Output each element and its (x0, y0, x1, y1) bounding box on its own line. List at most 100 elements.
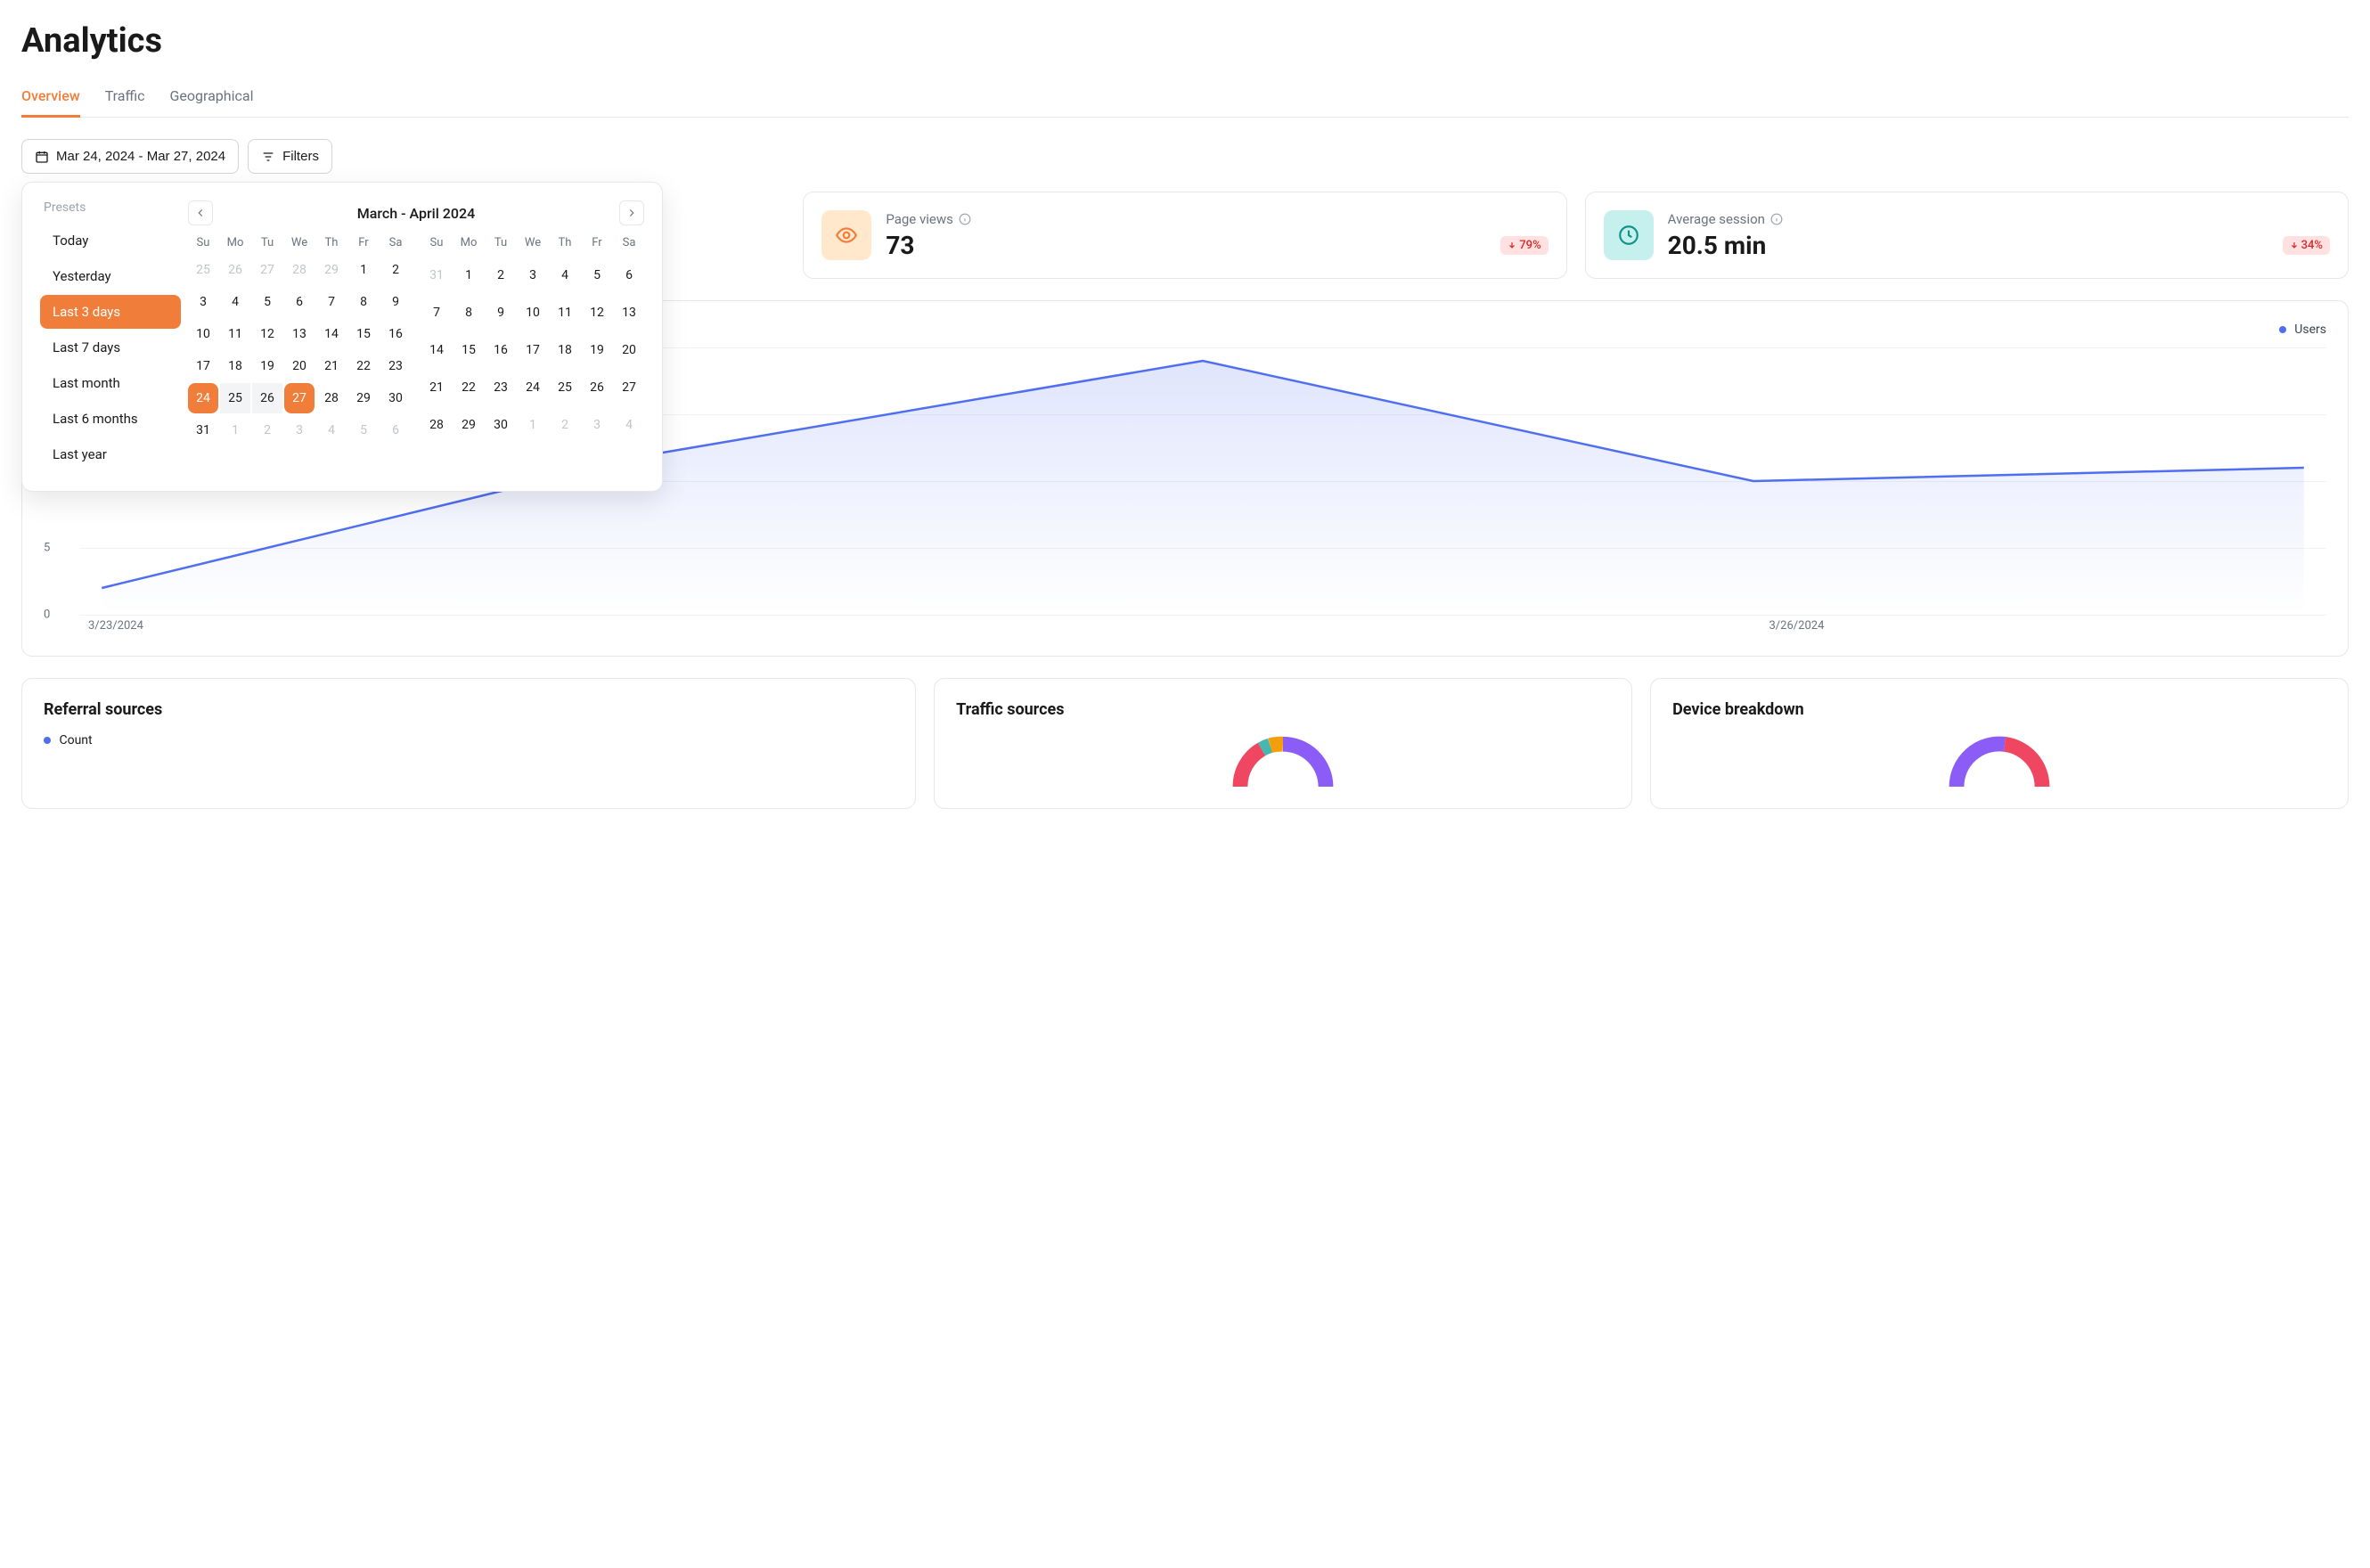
calendar-day[interactable]: 13 (614, 298, 644, 328)
calendar-day[interactable]: 16 (486, 335, 516, 365)
calendar-day[interactable]: 24 (188, 383, 218, 413)
filters-button[interactable]: Filters (248, 139, 332, 174)
calendar-day[interactable]: 18 (550, 335, 580, 365)
info-icon[interactable] (959, 213, 971, 225)
calendar-day[interactable]: 5 (582, 260, 612, 290)
calendar-day[interactable]: 22 (348, 351, 379, 381)
calendar-day[interactable]: 26 (220, 255, 250, 285)
calendar-day[interactable]: 4 (316, 415, 347, 445)
tab-geographical[interactable]: Geographical (170, 78, 254, 117)
stat-delta-page-views: 79% (1500, 236, 1548, 255)
calendar-day[interactable]: 1 (454, 260, 484, 290)
calendar-day[interactable]: 24 (518, 372, 548, 403)
calendar-day[interactable]: 19 (252, 351, 282, 381)
calendar-day[interactable]: 20 (284, 351, 315, 381)
preset-last-3-days[interactable]: Last 3 days (40, 295, 181, 329)
calendar-day[interactable]: 19 (582, 335, 612, 365)
calendar-day[interactable]: 8 (454, 298, 484, 328)
calendar-day[interactable]: 28 (284, 255, 315, 285)
calendar-day[interactable]: 23 (486, 372, 516, 403)
calendar-day[interactable]: 27 (284, 383, 315, 413)
calendar-day[interactable]: 21 (421, 372, 452, 403)
calendar-day[interactable]: 5 (348, 415, 379, 445)
calendar-day[interactable]: 14 (421, 335, 452, 365)
calendar-day[interactable]: 29 (316, 255, 347, 285)
calendar-day[interactable]: 8 (348, 287, 379, 317)
calendar-day[interactable]: 7 (421, 298, 452, 328)
tab-traffic[interactable]: Traffic (105, 78, 145, 117)
calendar-day[interactable]: 2 (252, 415, 282, 445)
preset-yesterday[interactable]: Yesterday (40, 259, 181, 293)
calendar-day[interactable]: 29 (348, 383, 379, 413)
calendar-day[interactable]: 17 (188, 351, 218, 381)
page-title: Analytics (21, 21, 2349, 61)
card-title-device: Device breakdown (1672, 700, 2326, 719)
calendar-day[interactable]: 13 (284, 319, 315, 349)
calendar-day[interactable]: 5 (252, 287, 282, 317)
preset-today[interactable]: Today (40, 224, 181, 257)
calendar-day[interactable]: 4 (614, 410, 644, 440)
calendar-day[interactable]: 12 (582, 298, 612, 328)
calendar-day[interactable]: 30 (380, 383, 411, 413)
calendar-day[interactable]: 31 (421, 260, 452, 290)
calendar-day[interactable]: 23 (380, 351, 411, 381)
calendar-day[interactable]: 11 (220, 319, 250, 349)
calendar-day[interactable]: 27 (614, 372, 644, 403)
calendar-day[interactable]: 10 (518, 298, 548, 328)
calendar-day[interactable]: 17 (518, 335, 548, 365)
calendar-day[interactable]: 28 (421, 410, 452, 440)
legend-dot-count (44, 737, 51, 744)
calendar-day[interactable]: 4 (220, 287, 250, 317)
calendar-day[interactable]: 27 (252, 255, 282, 285)
calendar-day[interactable]: 6 (284, 287, 315, 317)
preset-last-month[interactable]: Last month (40, 366, 181, 400)
calendar-day[interactable]: 3 (188, 287, 218, 317)
calendar-day[interactable]: 29 (454, 410, 484, 440)
calendar-day[interactable]: 20 (614, 335, 644, 365)
calendar-day[interactable]: 9 (486, 298, 516, 328)
calendar-day[interactable]: 16 (380, 319, 411, 349)
calendar-day[interactable]: 7 (316, 287, 347, 317)
calendar-day[interactable]: 3 (582, 410, 612, 440)
calendar-day[interactable]: 3 (518, 260, 548, 290)
preset-last-year[interactable]: Last year (40, 437, 181, 471)
calendar-day[interactable]: 9 (380, 287, 411, 317)
tab-overview[interactable]: Overview (21, 78, 80, 118)
calendar-day[interactable]: 21 (316, 351, 347, 381)
calendar-day[interactable]: 14 (316, 319, 347, 349)
calendar-day[interactable]: 1 (220, 415, 250, 445)
calendar-day[interactable]: 22 (454, 372, 484, 403)
calendar-day[interactable]: 18 (220, 351, 250, 381)
calendar-day[interactable]: 4 (550, 260, 580, 290)
preset-last-7-days[interactable]: Last 7 days (40, 331, 181, 364)
calendar-day[interactable]: 2 (380, 255, 411, 285)
calendar-day[interactable]: 15 (454, 335, 484, 365)
calendar-day[interactable]: 1 (348, 255, 379, 285)
calendar-day[interactable]: 11 (550, 298, 580, 328)
calendar-day[interactable]: 25 (220, 383, 250, 413)
calendar-day[interactable]: 3 (284, 415, 315, 445)
calendar-day[interactable]: 15 (348, 319, 379, 349)
date-range-button[interactable]: Mar 24, 2024 - Mar 27, 2024 (21, 139, 239, 174)
calendar-day[interactable]: 26 (252, 383, 282, 413)
calendar-month-2: SuMoTuWeThFrSa31123456789101112131415161… (421, 236, 644, 445)
calendar-day[interactable]: 25 (550, 372, 580, 403)
calendar-day[interactable]: 10 (188, 319, 218, 349)
calendar-month-1: SuMoTuWeThFrSa25262728291234567891011121… (188, 236, 411, 445)
calendar-day[interactable]: 26 (582, 372, 612, 403)
calendar-day[interactable]: 31 (188, 415, 218, 445)
calendar-day[interactable]: 1 (518, 410, 548, 440)
calendar-day[interactable]: 6 (614, 260, 644, 290)
calendar-day[interactable]: 2 (550, 410, 580, 440)
prev-month-button[interactable] (188, 200, 213, 225)
dow-label: Tu (486, 236, 516, 258)
calendar-day[interactable]: 2 (486, 260, 516, 290)
calendar-day[interactable]: 12 (252, 319, 282, 349)
calendar-day[interactable]: 30 (486, 410, 516, 440)
calendar-day[interactable]: 28 (316, 383, 347, 413)
preset-last-6-months[interactable]: Last 6 months (40, 402, 181, 436)
calendar-day[interactable]: 25 (188, 255, 218, 285)
calendar-day[interactable]: 6 (380, 415, 411, 445)
next-month-button[interactable] (619, 200, 644, 225)
info-icon[interactable] (1770, 213, 1783, 225)
